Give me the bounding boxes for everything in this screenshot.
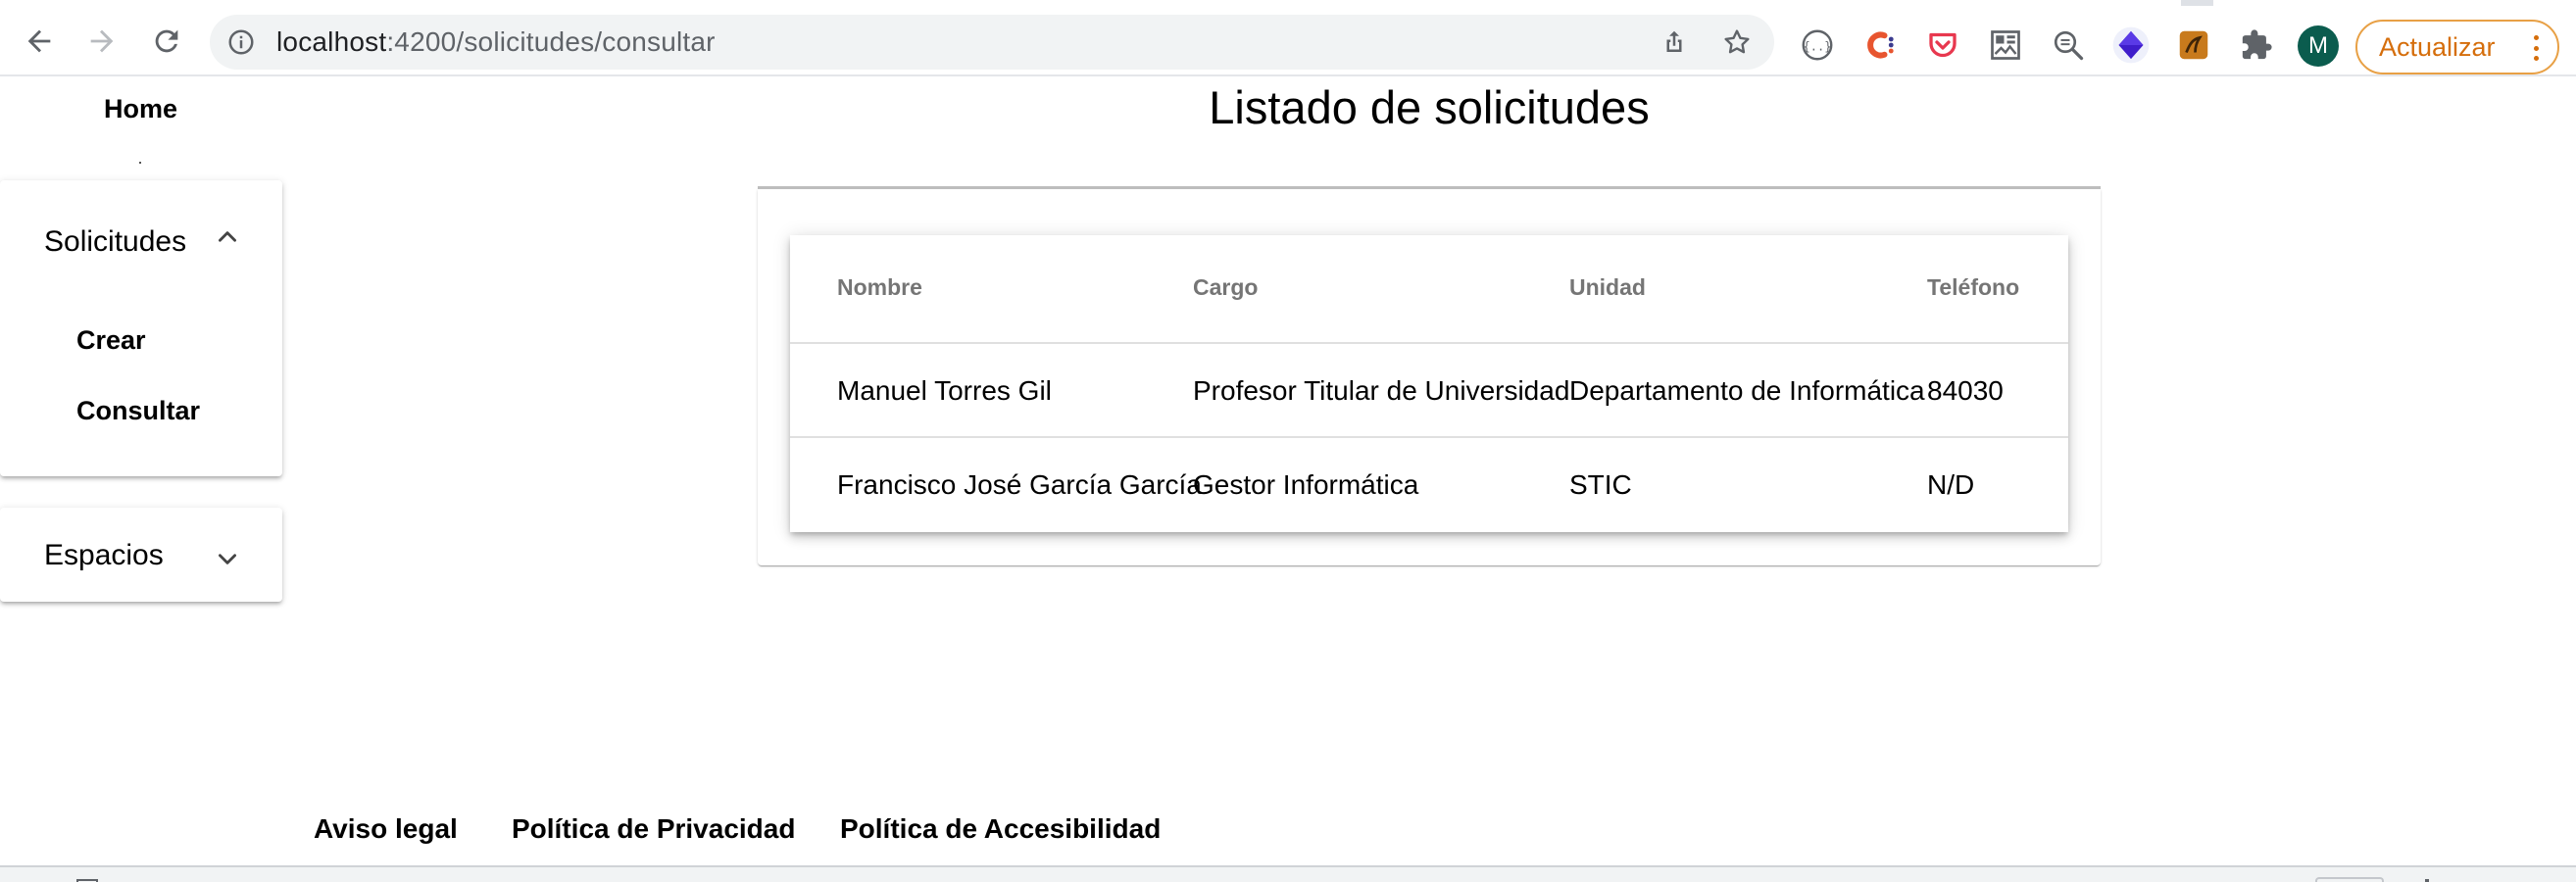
column-header-nombre[interactable]: Nombre xyxy=(837,274,922,301)
update-button[interactable]: Actualizar xyxy=(2355,20,2559,74)
table-row[interactable]: Francisco José García García Gestor Info… xyxy=(790,438,2068,532)
back-button[interactable] xyxy=(18,20,61,63)
solicitudes-panel: Solicitudes Crear Consultar xyxy=(0,180,282,476)
column-header-telefono[interactable]: Teléfono xyxy=(1927,274,2019,301)
solicitudes-table: Nombre Cargo Unidad Teléfono Manuel Torr… xyxy=(790,235,2068,532)
reload-icon xyxy=(155,29,178,53)
footer-link-accesibilidad[interactable]: Política de Accesibilidad xyxy=(840,813,1161,845)
column-header-cargo[interactable]: Cargo xyxy=(1193,274,1258,301)
espacios-panel: Espacios xyxy=(0,508,282,602)
extension-amber-icon[interactable] xyxy=(2174,25,2213,65)
sidebar-item-consultar[interactable]: Consultar xyxy=(76,396,200,426)
share-icon[interactable] xyxy=(1657,24,1692,60)
svg-text:{..}: {..} xyxy=(1804,39,1832,53)
status-bar-pill xyxy=(2315,877,2384,882)
profile-avatar[interactable]: M xyxy=(2298,25,2339,67)
extension-layout-icon[interactable] xyxy=(1986,25,2025,65)
cell-telefono: N/D xyxy=(1927,469,1975,500)
chevron-down-icon[interactable] xyxy=(214,545,241,572)
chevron-up-icon[interactable] xyxy=(214,223,241,251)
forward-button[interactable] xyxy=(80,20,124,63)
sidebar-item-crear[interactable]: Crear xyxy=(76,325,146,356)
divider-dot xyxy=(139,162,141,164)
browser-status-bar xyxy=(0,865,2576,882)
pocket-icon[interactable] xyxy=(1923,25,1962,65)
reload-button[interactable] xyxy=(145,20,188,63)
arrow-right-icon xyxy=(90,29,114,53)
home-link[interactable]: Home xyxy=(0,94,281,124)
cell-unidad: STIC xyxy=(1569,469,1632,500)
extension-code-icon[interactable]: {..} xyxy=(1798,25,1837,65)
extension-c-icon[interactable] xyxy=(1860,25,1900,65)
espacios-header[interactable]: Espacios xyxy=(44,539,164,572)
table-header-row: Nombre Cargo Unidad Teléfono xyxy=(790,235,2068,344)
update-label: Actualizar xyxy=(2379,31,2496,62)
cell-unidad: Departamento de Informática xyxy=(1569,375,1925,406)
address-bar[interactable]: localhost:4200/solicitudes/consultar xyxy=(210,15,1774,70)
cell-nombre: Francisco José García García xyxy=(837,469,1202,500)
table-row[interactable]: Manuel Torres Gil Profesor Titular de Un… xyxy=(790,344,2068,438)
url-host: localhost xyxy=(276,26,387,57)
url-text[interactable]: localhost:4200/solicitudes/consultar xyxy=(276,26,716,58)
profile-initial: M xyxy=(2308,32,2328,59)
cell-cargo: Profesor Titular de Universidad xyxy=(1193,375,1570,406)
extension-zoom-icon[interactable] xyxy=(2049,25,2088,65)
cell-nombre: Manuel Torres Gil xyxy=(837,375,1052,406)
url-path: :4200/solicitudes/consultar xyxy=(386,26,716,57)
browser-toolbar: localhost:4200/solicitudes/consultar {..… xyxy=(0,6,2576,76)
extension-diamond-icon[interactable] xyxy=(2111,25,2151,65)
cell-cargo: Gestor Informática xyxy=(1193,469,1419,500)
column-header-unidad[interactable]: Unidad xyxy=(1569,274,1646,301)
extensions-puzzle-icon[interactable] xyxy=(2237,25,2276,65)
solicitudes-header[interactable]: Solicitudes xyxy=(44,225,186,259)
arrow-left-icon xyxy=(27,29,51,53)
cell-telefono: 84030 xyxy=(1927,375,2004,406)
bookmark-star-icon[interactable] xyxy=(1719,24,1755,60)
footer-link-privacidad[interactable]: Política de Privacidad xyxy=(512,813,795,845)
footer-link-aviso-legal[interactable]: Aviso legal xyxy=(314,813,458,845)
title-divider xyxy=(758,186,2101,189)
info-icon[interactable] xyxy=(225,26,257,58)
page-title: Listado de solicitudes xyxy=(1209,81,1650,133)
more-vert-icon xyxy=(2534,35,2540,61)
